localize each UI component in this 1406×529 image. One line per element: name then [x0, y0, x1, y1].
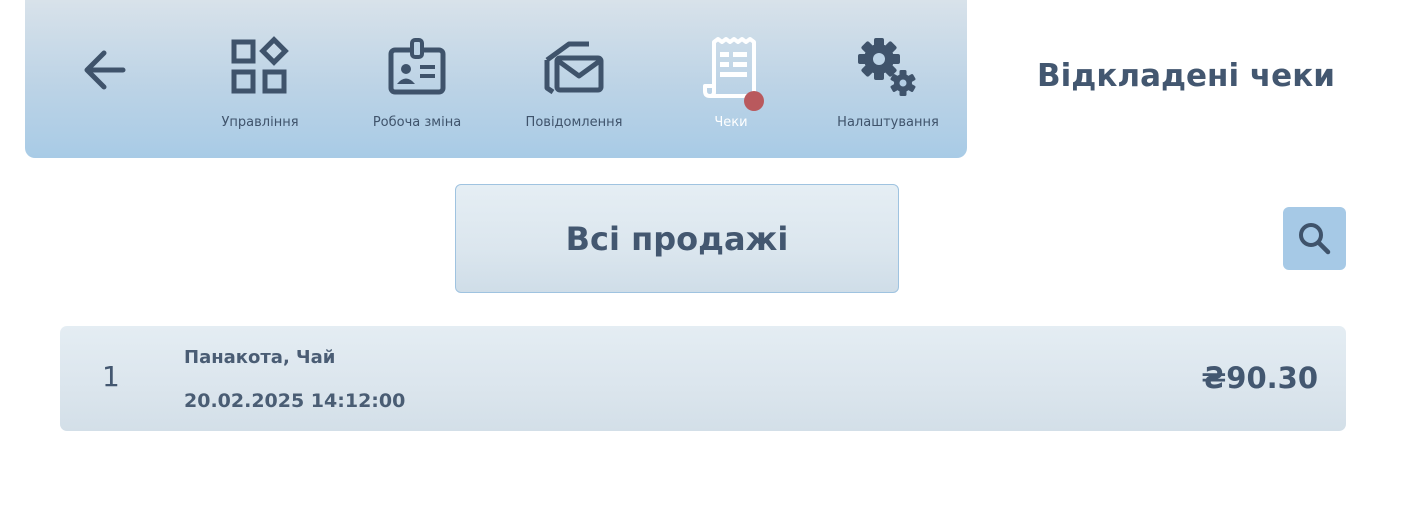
receipt-number: 1 — [102, 360, 120, 393]
nav-receipts-icon-wrap — [696, 36, 766, 111]
grid-shapes-icon — [231, 36, 289, 94]
nav-settings[interactable]: Налаштування — [818, 36, 958, 136]
nav-label: Робоча зміна — [372, 115, 462, 130]
nav-management-icon-wrap — [225, 36, 295, 106]
nav-work-shift[interactable]: Робоча зміна — [347, 36, 487, 136]
receipt-datetime: 20.02.2025 14:12:00 — [184, 390, 406, 412]
nav-label: Чеки — [714, 115, 748, 130]
nav-label: Налаштування — [837, 115, 939, 130]
nav-messages[interactable]: Повідомлення — [504, 36, 644, 136]
nav-settings-icon-wrap — [853, 36, 923, 106]
id-badge-icon — [388, 38, 446, 95]
page-title: Відкладені чеки — [1037, 58, 1335, 94]
receipt-amount: ₴90.30 — [1201, 361, 1318, 395]
search-button[interactable] — [1283, 207, 1346, 270]
nav-receipts[interactable]: Чеки — [661, 36, 801, 136]
gears-icon — [858, 38, 916, 96]
all-sales-button[interactable]: Всі продажі — [455, 184, 899, 293]
nav-label: Повідомлення — [525, 115, 623, 130]
nav-management[interactable]: Управління — [190, 36, 330, 136]
top-toolbar: Управління Робоча зміна Повідомлення Чек… — [25, 0, 967, 158]
back-button[interactable] — [77, 42, 133, 98]
search-icon — [1298, 222, 1330, 254]
arrow-left-icon — [84, 50, 126, 90]
nav-work-shift-icon-wrap — [382, 36, 452, 106]
receipt-items: Панакота, Чай — [184, 347, 336, 368]
notification-badge — [744, 91, 764, 111]
envelope-icon — [544, 41, 604, 95]
receipt-row[interactable]: 1 Панакота, Чай 20.02.2025 14:12:00 ₴90.… — [60, 326, 1346, 431]
nav-messages-icon-wrap — [539, 36, 609, 106]
nav-label: Управління — [221, 115, 299, 130]
